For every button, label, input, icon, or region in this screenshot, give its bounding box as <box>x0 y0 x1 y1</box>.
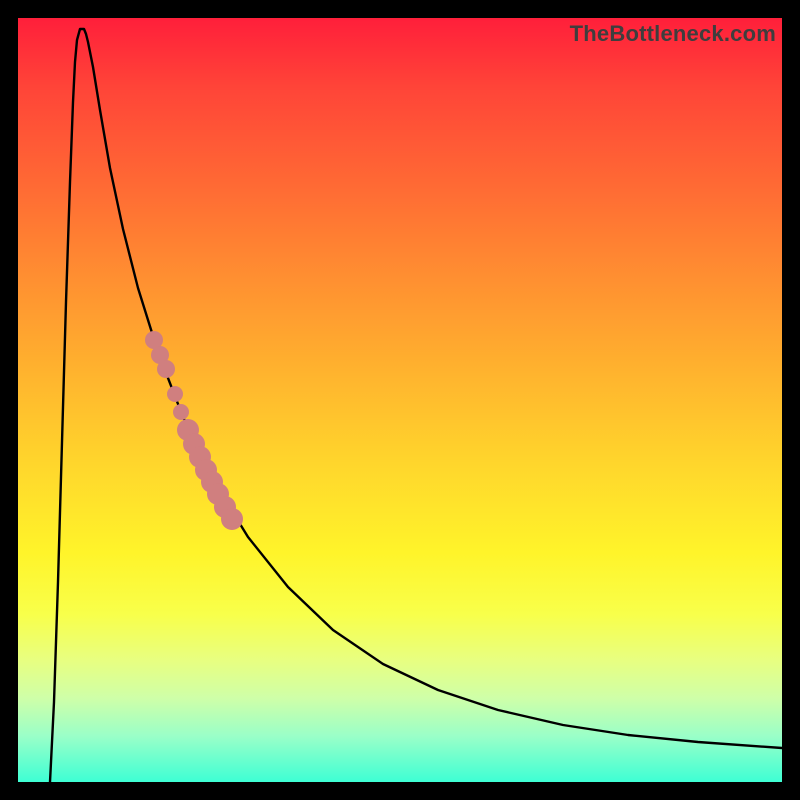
bottleneck-curve <box>50 29 782 782</box>
chart-canvas: TheBottleneck.com <box>0 0 800 800</box>
curve-marker <box>157 360 175 378</box>
curve-marker <box>221 508 243 530</box>
plot-area: TheBottleneck.com <box>18 18 782 782</box>
curve-marker <box>167 386 183 402</box>
curve-markers <box>145 331 243 530</box>
curve-marker <box>173 404 189 420</box>
bottleneck-curve-svg <box>18 18 782 782</box>
